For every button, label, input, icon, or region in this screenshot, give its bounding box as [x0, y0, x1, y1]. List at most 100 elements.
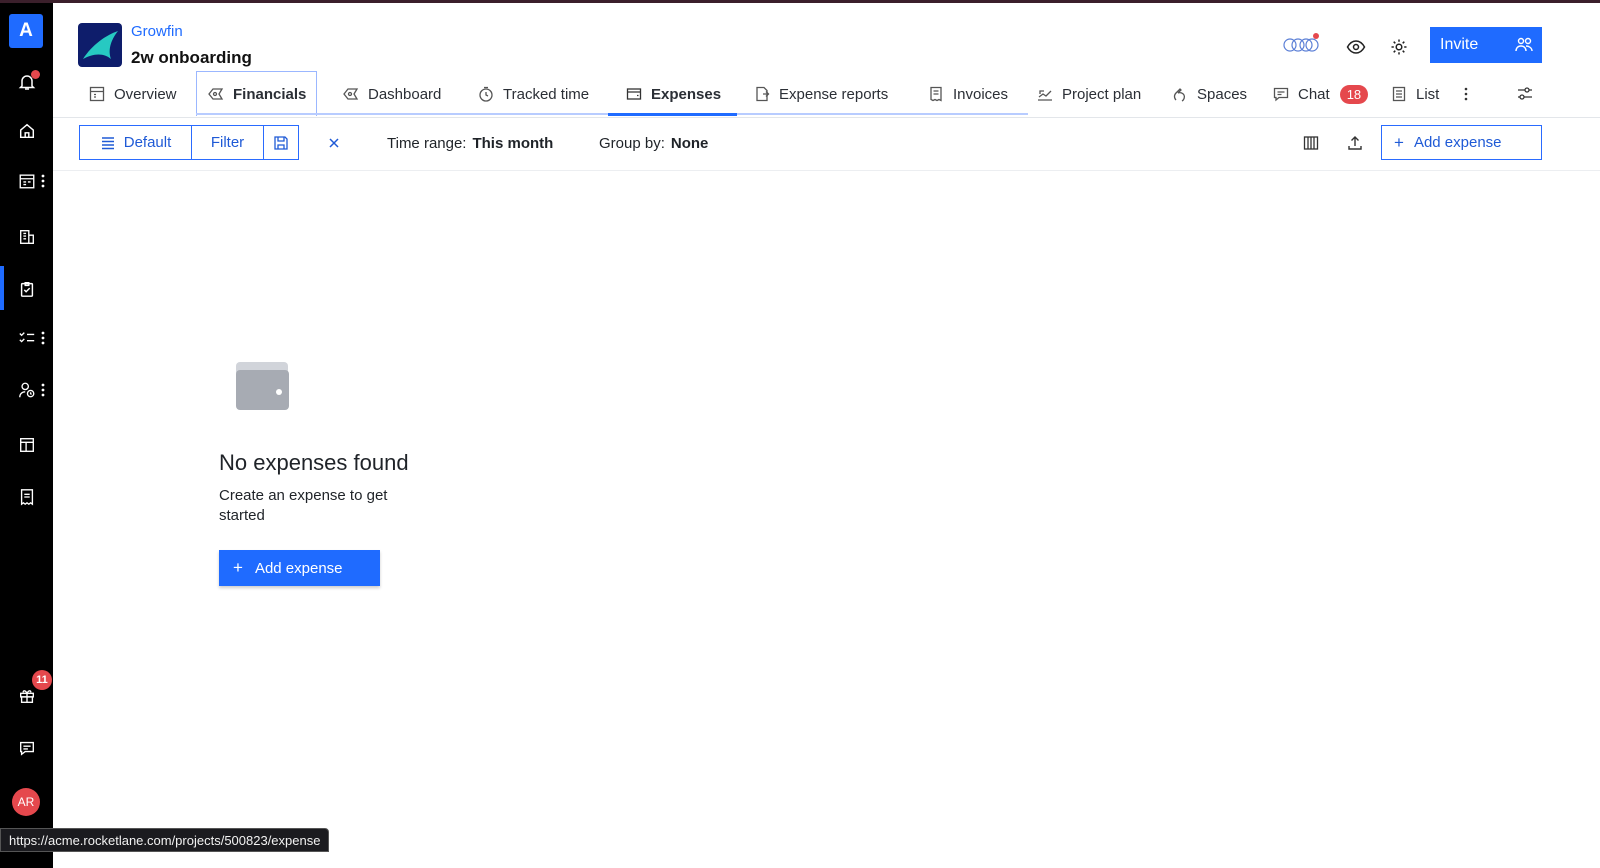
empty-state-title: No expenses found — [219, 450, 409, 475]
list-lines-icon — [101, 136, 114, 149]
save-view-button[interactable] — [263, 125, 299, 160]
filter-label: Filter — [210, 134, 245, 151]
tab-list[interactable]: List — [1390, 71, 1439, 117]
tab-spaces[interactable]: Spaces — [1171, 71, 1247, 117]
tab-label: Expenses — [651, 85, 722, 103]
tab-project-plan[interactable]: Project plan — [1036, 71, 1141, 117]
list-icon — [1390, 85, 1408, 103]
financials-group-underline — [321, 113, 608, 115]
spaces-icon — [1171, 85, 1189, 103]
timer-icon — [477, 85, 495, 103]
add-expense-label: Add expense — [254, 559, 343, 577]
layout-icon[interactable] — [16, 434, 38, 456]
project-title: 2w onboarding — [131, 48, 252, 67]
gift-icon[interactable] — [16, 685, 38, 707]
user-time-icon[interactable] — [16, 379, 38, 401]
plus-icon: + — [233, 558, 243, 577]
eye-icon[interactable] — [1345, 36, 1367, 58]
upload-icon — [1348, 136, 1362, 150]
financials-underline — [196, 113, 321, 115]
columns-icon — [1303, 136, 1319, 150]
tab-dashboard[interactable]: Dashboard — [342, 71, 441, 117]
tab-chat[interactable]: Chat 18 — [1272, 71, 1369, 117]
add-expense-toolbar-button[interactable]: + Add expense — [1381, 125, 1542, 160]
more-tabs-button[interactable] — [1457, 71, 1475, 117]
time-range-selector[interactable]: Time range: This month — [387, 135, 553, 152]
expenses-toolbar: Default Filter Time range: This month Gro… — [53, 118, 1600, 170]
default-view-label: Default — [123, 134, 172, 151]
tab-label: Spaces — [1197, 85, 1248, 103]
team-icon — [1514, 35, 1534, 60]
group-by-selector[interactable]: Group by: None — [599, 135, 708, 152]
link-preview-statusbar: https://acme.rocketlane.com/projects/500… — [0, 828, 330, 852]
overview-icon — [88, 85, 106, 103]
app-logo[interactable]: A — [9, 14, 43, 48]
active-tab-underline — [608, 113, 737, 116]
plus-icon: + — [1394, 132, 1404, 152]
tasks-more-icon[interactable] — [40, 331, 46, 345]
tab-label: Invoices — [953, 85, 1009, 103]
invite-label: Invite — [1440, 36, 1479, 53]
report-icon — [753, 85, 771, 103]
client-name-link[interactable]: Growfin — [131, 23, 183, 40]
time-range-label: Time range: — [387, 135, 467, 152]
clear-view-button[interactable] — [323, 132, 345, 154]
gift-badge: 11 — [32, 670, 52, 690]
chat-icon — [1272, 85, 1290, 103]
tab-overview[interactable]: Overview — [88, 71, 177, 117]
chat-unread-badge: 18 — [1339, 84, 1369, 104]
tab-financials[interactable]: Financials — [196, 71, 318, 116]
members-alert-dot — [1313, 33, 1319, 39]
tab-label: Dashboard — [368, 85, 442, 103]
active-nav-indicator — [0, 266, 4, 310]
calendar-more-icon[interactable] — [40, 174, 46, 188]
toolbar-divider — [53, 170, 1600, 171]
group-by-label: Group by: — [599, 135, 665, 152]
project-tabs: Overview Financials Dashboard Tracked ti… — [53, 71, 1600, 117]
people-more-icon[interactable] — [40, 383, 46, 397]
home-icon[interactable] — [16, 120, 38, 142]
calendar-icon[interactable] — [16, 170, 38, 192]
feedback-chat-icon[interactable] — [16, 737, 38, 759]
financials-icon — [207, 85, 225, 103]
group-by-value: None — [670, 135, 709, 152]
invite-button[interactable]: Invite — [1430, 27, 1542, 63]
left-nav-rail: A 11 AR — [0, 3, 53, 868]
filter-button[interactable]: Filter — [191, 125, 264, 160]
add-expense-label: Add expense — [1413, 134, 1502, 151]
gear-icon[interactable] — [1388, 36, 1410, 58]
notification-dot — [31, 70, 40, 79]
tab-label: Expense reports — [779, 85, 889, 103]
default-view-button[interactable]: Default — [79, 125, 192, 160]
tab-label: Overview — [114, 85, 177, 103]
tab-expenses[interactable]: Expenses — [625, 71, 721, 117]
sliders-icon — [1518, 87, 1532, 100]
project-header: Growfin 2w onboarding Invite — [53, 3, 1600, 71]
tab-settings-button[interactable] — [1514, 71, 1536, 117]
save-icon — [274, 135, 288, 150]
tasks-checklist-icon[interactable] — [16, 327, 38, 349]
plan-icon — [1036, 85, 1054, 103]
empty-wallet-icon — [236, 362, 290, 410]
invoice-icon — [927, 85, 945, 103]
add-expense-button[interactable]: + Add expense — [219, 550, 380, 586]
tab-label: List — [1416, 85, 1440, 103]
receipt-icon[interactable] — [16, 486, 38, 508]
tab-invoices[interactable]: Invoices — [927, 71, 1008, 117]
building-icon[interactable] — [16, 226, 38, 248]
export-button[interactable] — [1344, 132, 1366, 154]
columns-button[interactable] — [1300, 132, 1322, 154]
close-icon — [329, 138, 339, 148]
user-avatar[interactable]: AR — [12, 788, 40, 816]
tab-expense-reports[interactable]: Expense reports — [753, 71, 888, 117]
tab-tracked-time[interactable]: Tracked time — [477, 71, 589, 117]
tab-label: Chat — [1298, 85, 1330, 103]
tab-label: Project plan — [1062, 85, 1142, 103]
projects-clipboard-icon[interactable] — [16, 278, 38, 300]
wallet-icon — [625, 85, 643, 103]
dashboard-icon — [342, 85, 360, 103]
more-vertical-icon — [1464, 87, 1468, 101]
empty-state-subtitle: Create an expense to get started — [219, 487, 388, 524]
tab-label: Financials — [233, 85, 307, 103]
project-logo — [78, 23, 122, 67]
